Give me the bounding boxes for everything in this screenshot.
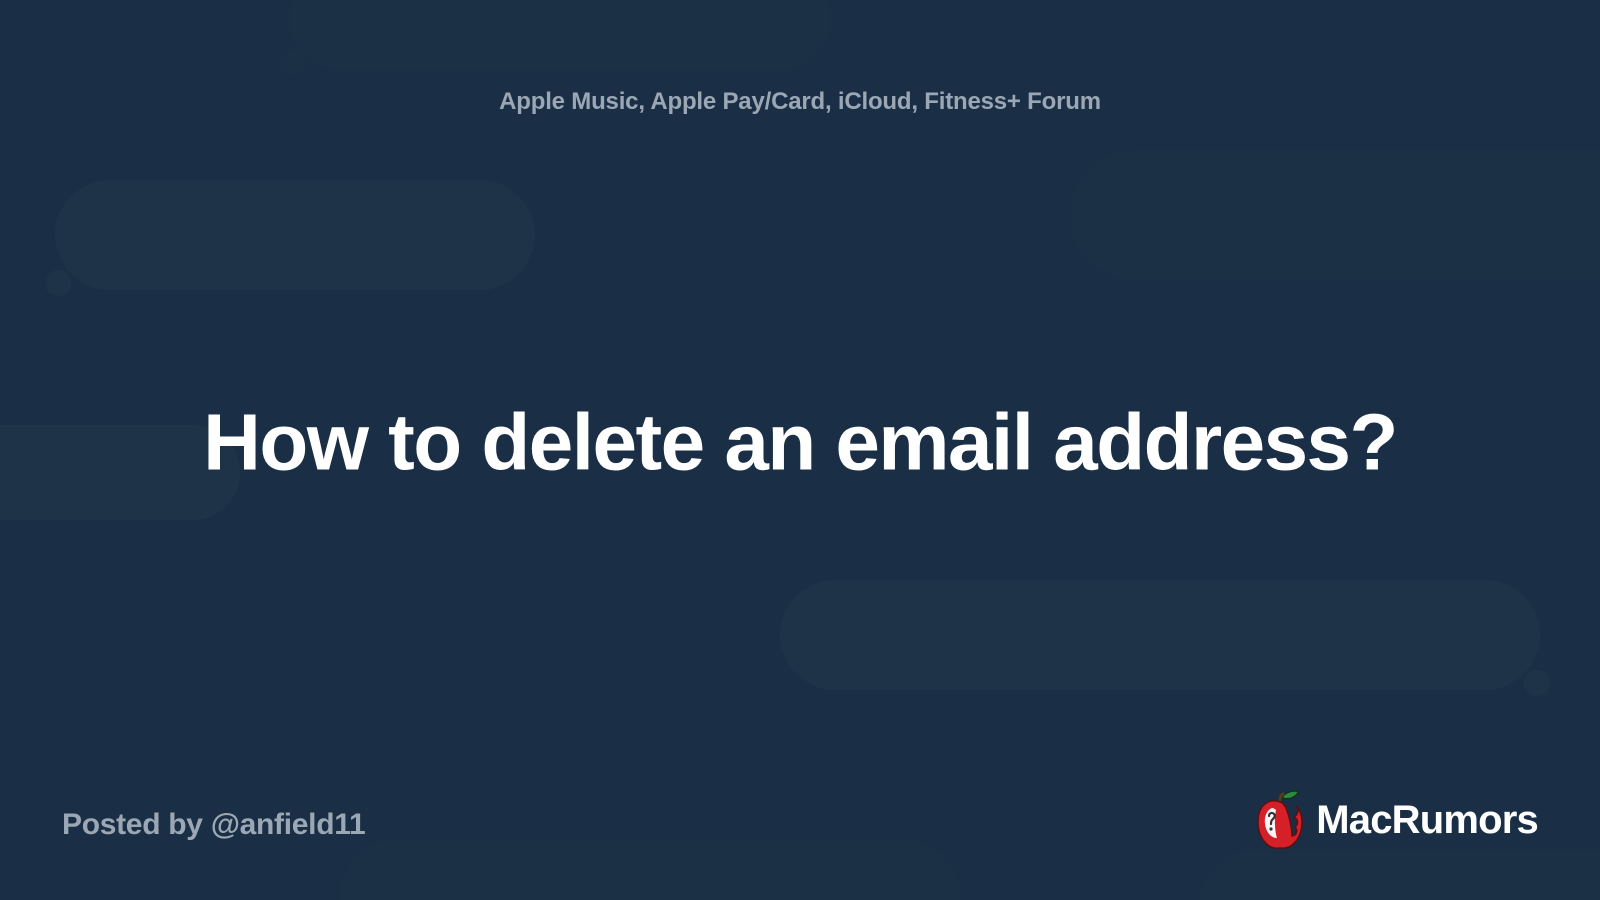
bg-bubble: [55, 180, 535, 290]
macrumors-apple-icon: [1252, 788, 1308, 852]
bg-bubble: [1070, 150, 1600, 280]
thread-title: How to delete an email address?: [80, 397, 1520, 489]
bg-bubble: [290, 0, 830, 70]
forum-label: Apple Music, Apple Pay/Card, iCloud, Fit…: [499, 88, 1101, 116]
site-logo: MacRumors: [1252, 788, 1538, 852]
bg-bubble: [780, 580, 1540, 690]
bg-bubble: [340, 840, 960, 900]
logo-text: MacRumors: [1316, 798, 1538, 843]
bg-bubble: [1200, 850, 1600, 900]
posted-by: Posted by @anfield11: [62, 808, 365, 842]
